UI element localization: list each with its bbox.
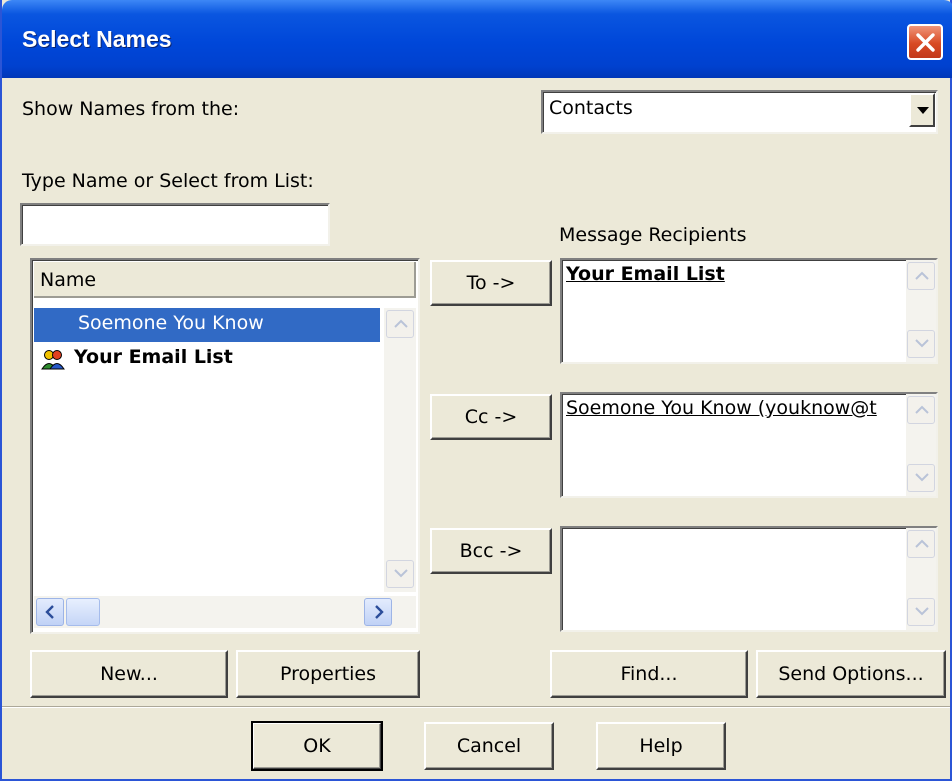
find-button-label: Find... <box>620 663 678 685</box>
column-header-name[interactable]: Name <box>34 262 416 298</box>
chevron-left-icon <box>45 605 54 619</box>
bcc-button-label: Bcc -> <box>459 540 523 562</box>
new-contact-button[interactable]: New... <box>30 650 228 698</box>
cc-button[interactable]: Cc -> <box>430 394 552 440</box>
message-recipients-label: Message Recipients <box>559 224 747 246</box>
close-button[interactable] <box>907 24 943 60</box>
chevron-down-icon <box>394 569 408 578</box>
scroll-down-button[interactable] <box>907 464 935 492</box>
properties-button-label: Properties <box>279 663 377 685</box>
cc-button-label: Cc -> <box>464 406 518 428</box>
chevron-down-icon <box>915 607 929 616</box>
chevron-right-icon <box>375 605 384 619</box>
scroll-down-button[interactable] <box>386 560 414 588</box>
scroll-down-button[interactable] <box>907 330 935 358</box>
scroll-left-button[interactable] <box>36 598 64 626</box>
to-button[interactable]: To -> <box>430 260 552 306</box>
scroll-up-button[interactable] <box>386 310 414 338</box>
to-recipients-value: Your Email List <box>566 263 725 285</box>
type-name-label: Type Name or Select from List: <box>22 170 314 192</box>
scroll-up-button[interactable] <box>907 262 935 290</box>
new-button-label: New... <box>100 663 158 685</box>
cc-recipients-field[interactable]: Soemone You Know (youknow@t <box>560 392 938 498</box>
list-item[interactable]: Soemone You Know <box>34 308 380 342</box>
scroll-up-button[interactable] <box>907 396 935 424</box>
list-horizontal-scrollbar[interactable] <box>34 596 416 628</box>
properties-button[interactable]: Properties <box>236 650 420 698</box>
cc-recipients-value: Soemone You Know (youknow@t <box>566 397 877 419</box>
type-name-input[interactable] <box>20 203 330 246</box>
bcc-button[interactable]: Bcc -> <box>430 528 552 574</box>
divider <box>2 706 950 708</box>
to-scrollbar[interactable] <box>906 260 936 362</box>
chevron-down-icon <box>915 339 929 348</box>
scroll-down-button[interactable] <box>907 598 935 626</box>
chevron-up-icon <box>915 405 929 414</box>
list-vertical-scrollbar[interactable] <box>384 308 416 592</box>
send-options-button[interactable]: Send Options... <box>756 650 946 698</box>
list-item-label: Your Email List <box>74 346 233 368</box>
list-item-label: Soemone You Know <box>78 312 264 334</box>
to-button-label: To -> <box>466 272 516 294</box>
cancel-button[interactable]: Cancel <box>424 722 554 770</box>
address-book-value: Contacts <box>549 97 633 119</box>
title-bar[interactable]: Select Names <box>2 0 952 78</box>
send-options-button-label: Send Options... <box>778 663 924 685</box>
chevron-down-icon <box>917 107 929 114</box>
close-icon <box>916 33 935 52</box>
chevron-down-icon <box>915 473 929 482</box>
scroll-thumb[interactable] <box>66 598 100 626</box>
help-button[interactable]: Help <box>596 722 726 770</box>
chevron-up-icon <box>394 319 408 328</box>
distribution-list-icon <box>41 350 65 370</box>
to-recipients-field[interactable]: Your Email List <box>560 258 938 364</box>
address-book-dropdown[interactable]: Contacts <box>541 90 938 134</box>
ok-button-label: OK <box>303 735 331 757</box>
chevron-up-icon <box>915 271 929 280</box>
bcc-scrollbar[interactable] <box>906 528 936 630</box>
select-names-dialog: Select Names Show Names from the: Contac… <box>0 0 952 781</box>
find-button[interactable]: Find... <box>550 650 748 698</box>
chevron-up-icon <box>915 539 929 548</box>
help-button-label: Help <box>639 735 683 757</box>
cancel-button-label: Cancel <box>456 735 522 757</box>
list-item[interactable]: Your Email List <box>34 342 380 376</box>
scroll-up-button[interactable] <box>907 530 935 558</box>
ok-button[interactable]: OK <box>251 721 383 771</box>
names-list[interactable]: Name Soemone You Know Your Email List <box>30 258 420 634</box>
scroll-right-button[interactable] <box>364 598 392 626</box>
bcc-recipients-field[interactable] <box>560 526 938 632</box>
dropdown-button[interactable] <box>909 93 935 127</box>
dialog-title: Select Names <box>22 26 172 52</box>
show-names-label: Show Names from the: <box>22 98 240 120</box>
column-header-label: Name <box>40 269 97 291</box>
cc-scrollbar[interactable] <box>906 394 936 496</box>
